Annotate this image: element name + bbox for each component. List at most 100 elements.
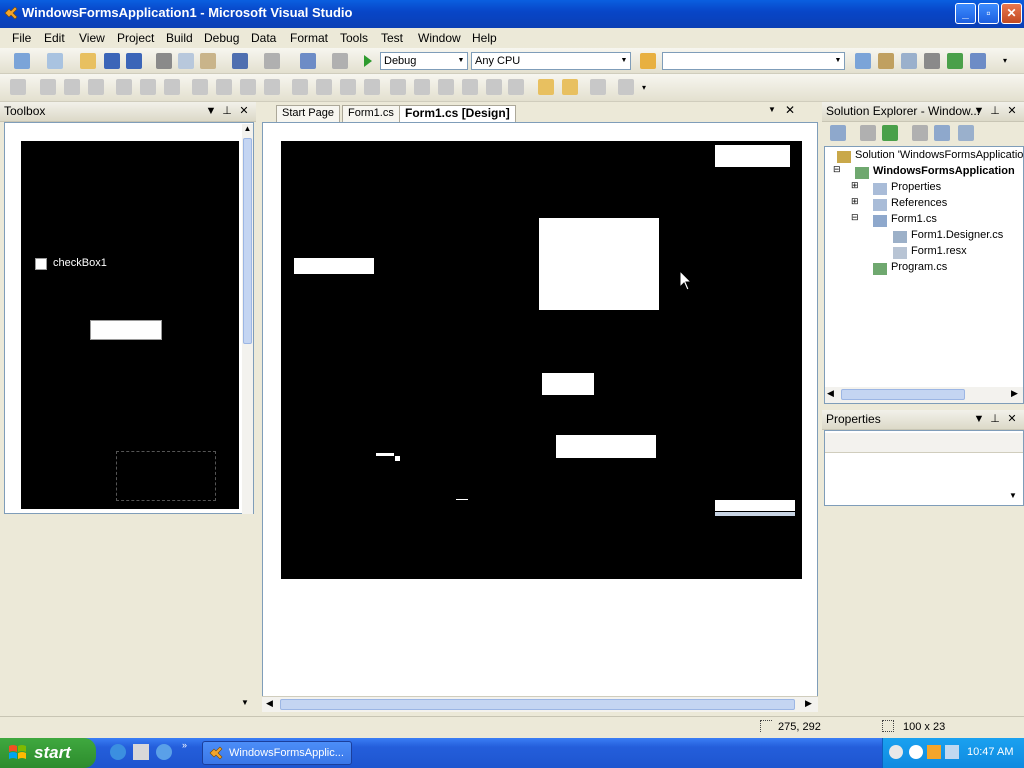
- close-icon[interactable]: ✕: [1005, 412, 1019, 426]
- form-canvas[interactable]: [281, 141, 802, 579]
- align-tops-icon[interactable]: [116, 79, 132, 95]
- menu-window[interactable]: Window: [418, 31, 461, 45]
- solution-horizontal-scrollbar[interactable]: ◀ ▶: [825, 387, 1023, 403]
- show-all-files-icon[interactable]: [860, 125, 876, 141]
- designer-horizontal-scrollbar[interactable]: ◀ ▶: [262, 696, 818, 712]
- view-class-diagram-icon[interactable]: [958, 125, 974, 141]
- increase-vertical-spacing-icon[interactable]: [414, 79, 430, 95]
- bring-to-front-icon[interactable]: [538, 79, 554, 95]
- menu-help[interactable]: Help: [472, 31, 497, 45]
- menu-test[interactable]: Test: [381, 31, 403, 45]
- menu-data[interactable]: Data: [251, 31, 276, 45]
- new-project-icon[interactable]: [14, 53, 30, 69]
- quick-launch-expand-icon[interactable]: »: [182, 740, 187, 750]
- view-code-icon[interactable]: [912, 125, 928, 141]
- view-designer-icon[interactable]: [934, 125, 950, 141]
- align-bottoms-icon[interactable]: [164, 79, 180, 95]
- refresh-icon[interactable]: [882, 125, 898, 141]
- control-dash[interactable]: [456, 499, 468, 500]
- media-player-icon[interactable]: [156, 744, 172, 760]
- save-icon[interactable]: [104, 53, 120, 69]
- control-label[interactable]: [294, 258, 374, 274]
- tree-item-properties[interactable]: Properties: [891, 181, 941, 193]
- make-same-size-icon[interactable]: [240, 79, 256, 95]
- tree-item-project[interactable]: WindowsFormsApplication: [873, 165, 1015, 177]
- chevron-down-icon[interactable]: ▼: [768, 105, 776, 114]
- solution-explorer-icon[interactable]: [855, 53, 871, 69]
- chevron-down-icon[interactable]: ▼: [204, 104, 218, 118]
- paste-icon[interactable]: [200, 53, 216, 69]
- collapse-icon[interactable]: ⊟: [833, 164, 841, 175]
- object-browser-icon[interactable]: [901, 53, 917, 69]
- toolbar-options-icon[interactable]: ▾: [1003, 56, 1007, 65]
- redo-icon[interactable]: [264, 53, 280, 69]
- send-to-back-icon[interactable]: [562, 79, 578, 95]
- control-textbox-top[interactable]: [715, 145, 790, 167]
- chevron-down-icon[interactable]: ▼: [972, 412, 986, 426]
- pin-icon[interactable]: ⊥: [220, 104, 234, 118]
- properties-window-icon[interactable]: [878, 53, 894, 69]
- menu-file[interactable]: File: [12, 31, 31, 45]
- network-icon[interactable]: [889, 745, 903, 759]
- solution-configuration-combo[interactable]: Debug ▼: [380, 52, 468, 70]
- menu-format[interactable]: Format: [290, 31, 328, 45]
- add-item-icon[interactable]: [47, 53, 63, 69]
- close-icon[interactable]: ✕: [785, 103, 795, 117]
- chevron-down-icon[interactable]: ▼: [972, 104, 986, 118]
- scroll-thumb[interactable]: [280, 699, 795, 710]
- menu-debug[interactable]: Debug: [204, 31, 239, 45]
- align-lefts-icon[interactable]: [40, 79, 56, 95]
- maximize-button[interactable]: ▫: [978, 3, 999, 24]
- control-panel[interactable]: [539, 218, 659, 310]
- open-file-icon[interactable]: [80, 53, 96, 69]
- center-horizontally-icon[interactable]: [486, 79, 502, 95]
- align-centers-icon[interactable]: [64, 79, 80, 95]
- control-small-line[interactable]: [376, 453, 394, 456]
- find-in-files-icon[interactable]: [640, 53, 656, 69]
- taskbar-item-visual-studio[interactable]: WindowsFormsApplic...: [202, 741, 352, 765]
- close-button[interactable]: ✕: [1001, 3, 1022, 24]
- close-icon[interactable]: ✕: [1005, 104, 1019, 118]
- start-button[interactable]: start: [0, 738, 96, 768]
- menu-edit[interactable]: Edit: [44, 31, 65, 45]
- start-debugging-icon[interactable]: [362, 53, 374, 69]
- resize-handle[interactable]: [395, 456, 400, 461]
- scroll-thumb[interactable]: [841, 389, 965, 400]
- align-to-grid-icon[interactable]: [10, 79, 26, 95]
- tree-item-form1[interactable]: Form1.cs: [891, 213, 937, 225]
- menu-tools[interactable]: Tools: [340, 31, 368, 45]
- align-rights-icon[interactable]: [88, 79, 104, 95]
- scroll-thumb[interactable]: [243, 138, 252, 344]
- scroll-up-icon[interactable]: ▲: [242, 124, 253, 136]
- increase-horizontal-spacing-icon[interactable]: [316, 79, 332, 95]
- tree-item-form1-designer[interactable]: Form1.Designer.cs: [911, 229, 1003, 241]
- horizontal-spacing-icon[interactable]: [292, 79, 308, 95]
- tree-item-form1-resx[interactable]: Form1.resx: [911, 245, 967, 257]
- vertical-spacing-icon[interactable]: [390, 79, 406, 95]
- checkbox-icon[interactable]: [35, 258, 47, 270]
- navigate-backward-icon[interactable]: [300, 53, 316, 69]
- tab-form1-design[interactable]: Form1.cs [Design]: [399, 105, 516, 122]
- scroll-left-icon[interactable]: ◀: [827, 388, 834, 399]
- tree-item-references[interactable]: References: [891, 197, 947, 209]
- save-all-icon[interactable]: [126, 53, 142, 69]
- tab-form1-code[interactable]: Form1.cs: [342, 105, 400, 122]
- scroll-left-icon[interactable]: ◀: [266, 698, 273, 709]
- center-vertically-icon[interactable]: [508, 79, 524, 95]
- menu-project[interactable]: Project: [117, 31, 154, 45]
- make-same-height-icon[interactable]: [216, 79, 232, 95]
- collapse-icon[interactable]: ⊟: [851, 212, 859, 223]
- toolbox-icon[interactable]: [924, 53, 940, 69]
- show-desktop-icon[interactable]: [133, 744, 149, 760]
- close-icon[interactable]: ✕: [237, 104, 251, 118]
- properties-object-combo[interactable]: [825, 433, 1023, 453]
- align-middles-icon[interactable]: [140, 79, 156, 95]
- tab-start-page[interactable]: Start Page: [276, 105, 340, 122]
- menu-build[interactable]: Build: [166, 31, 193, 45]
- toolbar-options-icon[interactable]: ▾: [642, 83, 646, 92]
- internet-explorer-icon[interactable]: [110, 744, 126, 760]
- minimize-button[interactable]: _: [955, 3, 976, 24]
- properties-icon[interactable]: [830, 125, 846, 141]
- menu-view[interactable]: View: [79, 31, 105, 45]
- scroll-down-icon[interactable]: ▼: [241, 698, 249, 707]
